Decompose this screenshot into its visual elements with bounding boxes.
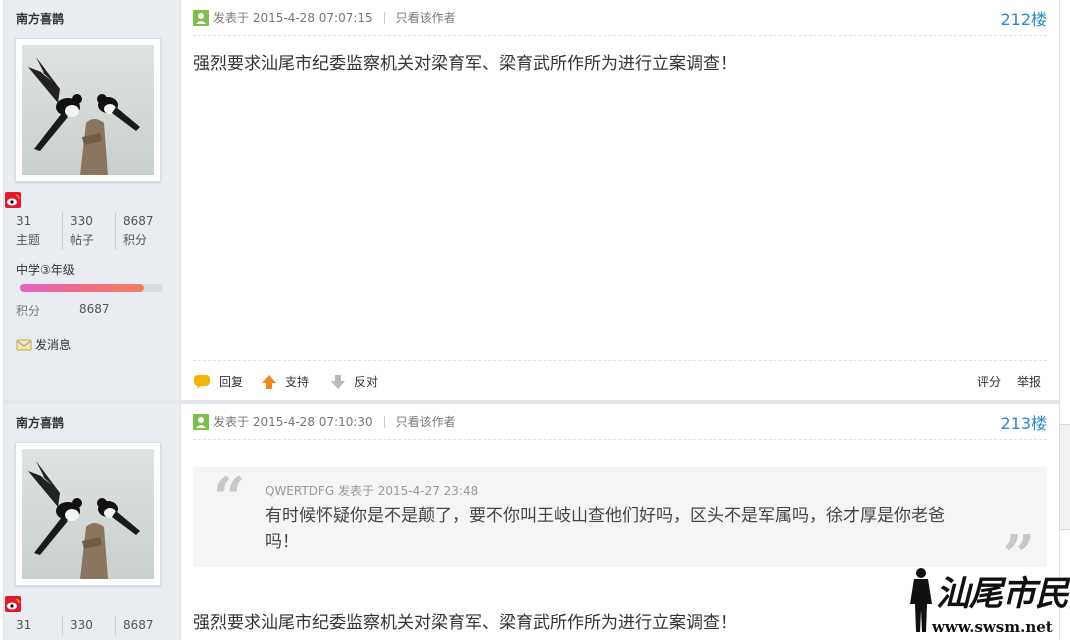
stat-topics[interactable]: 31 (16, 616, 64, 635)
scrollbar-thumb[interactable] (1059, 424, 1070, 530)
quote-block: “ QWERTDFG 发表于 2015-4-27 23:48 有时候怀疑你是不是… (193, 465, 1047, 589)
divider (383, 11, 385, 24)
divider (193, 35, 1047, 36)
post-main: 发表于 2015-4-28 07:07:15 只看该作者 212楼 强烈要求汕尾… (181, 0, 1059, 400)
stat-score[interactable]: 8687 积分 (115, 212, 171, 250)
divider (193, 439, 1047, 440)
user-rank[interactable]: 中学③年级 (16, 261, 75, 278)
post-content: 强烈要求汕尾市纪委监察机关对梁育军、梁育武所作所为进行立案调查！ (193, 613, 737, 633)
watermark-url: www.swsm.net (932, 618, 1053, 636)
rate-button[interactable]: 评分 (977, 373, 1001, 390)
oppose-button[interactable]: 反对 (330, 373, 378, 390)
avatar[interactable] (15, 442, 161, 586)
floor-number[interactable]: 212楼 (1000, 6, 1047, 30)
post-actions: 回复 支持 反对 评分 举报 (193, 360, 1047, 401)
post-213: 南方喜鹊 31 330 8687 发表于 2015-4-28 07:10:30 … (3, 404, 1060, 640)
stat-score[interactable]: 8687 (115, 616, 171, 635)
author-sidebar: 南方喜鹊 31 330 8687 (4, 404, 181, 640)
arrow-down-icon (331, 374, 345, 389)
post-212: 南方喜鹊 31 主题 330 帖子 8687 积分 中学③年级 积分 8687 … (3, 0, 1060, 404)
open-quote-icon: “ (213, 465, 246, 531)
quote-text: 有时候怀疑你是不是颠了，要不你叫王岐山查他们好吗，区头不是军属吗，徐才厚是你老爸… (265, 506, 945, 552)
author-name[interactable]: 南方喜鹊 (16, 414, 64, 431)
score-row: 积分 8687 (16, 302, 110, 318)
weibo-icon[interactable] (5, 192, 21, 208)
support-button[interactable]: 支持 (261, 373, 309, 390)
stat-posts[interactable]: 330 帖子 (62, 212, 118, 250)
post-content: 强烈要求汕尾市纪委监察机关对梁育军、梁育武所作所为进行立案调查！ (193, 54, 737, 74)
online-status-icon (193, 413, 209, 430)
rank-progress-bar (20, 284, 163, 292)
weibo-icon[interactable] (5, 596, 21, 612)
quote-header: QWERTDFG 发表于 2015-4-27 23:48 (265, 484, 479, 498)
site-watermark-logo: 汕尾市民网 www.swsm.net (906, 566, 1070, 638)
avatar[interactable] (15, 38, 161, 182)
only-author-link[interactable]: 只看该作者 (396, 413, 456, 430)
arrow-up-icon (262, 374, 276, 389)
message-icon (16, 339, 32, 350)
floor-number[interactable]: 213楼 (1000, 410, 1047, 434)
author-name[interactable]: 南方喜鹊 (16, 10, 64, 27)
only-author-link[interactable]: 只看该作者 (396, 9, 456, 26)
rank-progress-fill (20, 284, 145, 292)
reply-icon (194, 374, 210, 389)
stat-topics[interactable]: 31 主题 (16, 212, 64, 250)
report-button[interactable]: 举报 (1017, 373, 1041, 390)
divider (383, 415, 385, 428)
post-meta: 发表于 2015-4-28 07:10:30 只看该作者 (193, 413, 456, 430)
reply-button[interactable]: 回复 (193, 373, 243, 390)
watermark-title: 汕尾市民网 (936, 574, 1070, 614)
stat-posts[interactable]: 330 (62, 616, 118, 635)
online-status-icon (193, 9, 209, 26)
send-message-link[interactable]: 发消息 (16, 336, 71, 353)
post-meta: 发表于 2015-4-28 07:07:15 只看该作者 (193, 9, 456, 26)
author-sidebar: 南方喜鹊 31 主题 330 帖子 8687 积分 中学③年级 积分 8687 … (4, 0, 181, 400)
